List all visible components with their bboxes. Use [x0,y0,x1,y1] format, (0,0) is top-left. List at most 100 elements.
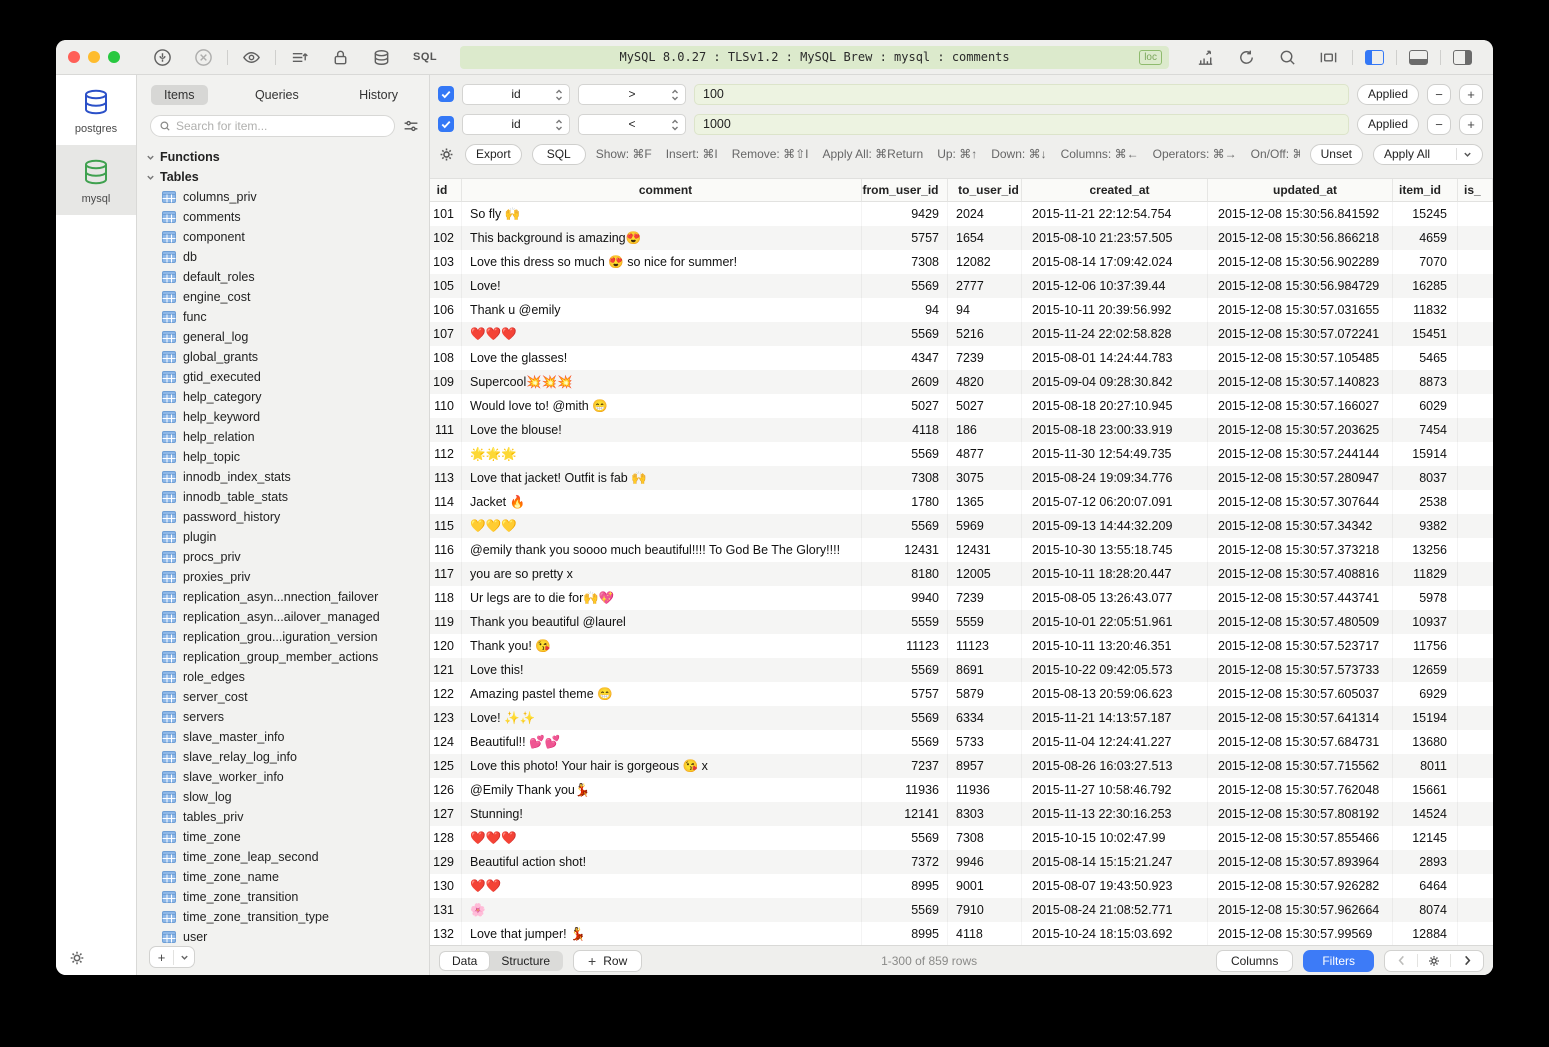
sidebar-table-servers[interactable]: servers [137,707,429,727]
table-cell-is_[interactable] [1458,466,1493,490]
table-cell-to_user_id[interactable]: 12431 [948,538,1022,562]
table-cell-id[interactable]: 118 [430,586,462,610]
table-cell-from_user_id[interactable]: 5569 [862,706,948,730]
filter-settings-gear-icon[interactable] [438,146,455,163]
table-cell-is_[interactable] [1458,658,1493,682]
table-cell-id[interactable]: 115 [430,514,462,538]
table-cell-id[interactable]: 121 [430,658,462,682]
lock-icon[interactable] [331,48,350,67]
table-cell-id[interactable]: 125 [430,754,462,778]
filter-1-add-button[interactable]: + [1459,84,1483,105]
table-row[interactable]: 123Love! ✨✨556963342015-11-21 14:13:57.1… [430,706,1493,730]
filter-2-enabled-checkbox[interactable] [438,116,454,132]
column-header-updated_at[interactable]: updated_at [1208,179,1393,201]
table-row[interactable]: 101So fly 🙌942920242015-11-21 22:12:54.7… [430,202,1493,226]
data-tab[interactable]: Data [440,952,489,970]
unset-button[interactable]: Unset [1310,144,1363,165]
table-cell-id[interactable]: 129 [430,850,462,874]
table-row[interactable]: 127Stunning!1214183032015-11-13 22:30:16… [430,802,1493,826]
chart-icon[interactable] [1196,48,1215,67]
table-cell-created_at[interactable]: 2015-09-13 14:44:32.209 [1022,514,1208,538]
sidebar-table-slow_log[interactable]: slow_log [137,787,429,807]
sidebar-table-role_edges[interactable]: role_edges [137,667,429,687]
table-cell-is_[interactable] [1458,586,1493,610]
table-cell-updated_at[interactable]: 2015-12-08 15:30:57.480509 [1208,610,1393,634]
table-cell-created_at[interactable]: 2015-10-01 22:05:51.961 [1022,610,1208,634]
column-header-id[interactable]: id [430,179,462,201]
filter-1-operator-select[interactable]: > [578,84,686,105]
table-cell-from_user_id[interactable]: 5757 [862,682,948,706]
table-row[interactable]: 103Love this dress so much 😍 so nice for… [430,250,1493,274]
table-cell-updated_at[interactable]: 2015-12-08 15:30:57.962664 [1208,898,1393,922]
table-cell-is_[interactable] [1458,562,1493,586]
filters-button[interactable]: Filters [1303,950,1374,972]
table-row[interactable]: 132Love that jumper! 💃899541182015-10-24… [430,922,1493,945]
table-cell-is_[interactable] [1458,634,1493,658]
table-row[interactable]: 107❤️❤️❤️556952162015-11-24 22:02:58.828… [430,322,1493,346]
sidebar-table-plugin[interactable]: plugin [137,527,429,547]
item-search-field[interactable] [150,115,395,137]
previous-page-button[interactable] [1385,955,1417,966]
table-cell-updated_at[interactable]: 2015-12-08 15:30:57.031655 [1208,298,1393,322]
table-cell-from_user_id[interactable]: 12431 [862,538,948,562]
table-cell-is_[interactable] [1458,730,1493,754]
column-header-created_at[interactable]: created_at [1022,179,1208,201]
table-cell-from_user_id[interactable]: 7372 [862,850,948,874]
table-row[interactable]: 116@emily thank you soooo much beautiful… [430,538,1493,562]
table-cell-to_user_id[interactable]: 8303 [948,802,1022,826]
table-cell-item_id[interactable]: 15194 [1393,706,1458,730]
table-cell-is_[interactable] [1458,250,1493,274]
tab-queries[interactable]: Queries [242,85,312,105]
table-cell-item_id[interactable]: 4659 [1393,226,1458,250]
table-row[interactable]: 115💛💛💛556959692015-09-13 14:44:32.209201… [430,514,1493,538]
table-cell-to_user_id[interactable]: 5879 [948,682,1022,706]
column-header-item_id[interactable]: item_id [1393,179,1458,201]
table-cell-comment[interactable]: Love this! [462,658,862,682]
table-cell-item_id[interactable]: 10937 [1393,610,1458,634]
table-cell-from_user_id[interactable]: 5569 [862,730,948,754]
table-cell-comment[interactable]: Beautiful!! 💕💕 [462,730,862,754]
sidebar-table-time_zone[interactable]: time_zone [137,827,429,847]
table-cell-updated_at[interactable]: 2015-12-08 15:30:56.902289 [1208,250,1393,274]
table-cell-to_user_id[interactable]: 4820 [948,370,1022,394]
table-row[interactable]: 122Amazing pastel theme 😁575758792015-08… [430,682,1493,706]
table-cell-comment[interactable]: you are so pretty x [462,562,862,586]
filter-1-remove-button[interactable]: − [1427,84,1451,105]
table-cell-is_[interactable] [1458,850,1493,874]
table-cell-from_user_id[interactable]: 1780 [862,490,948,514]
table-cell-item_id[interactable]: 13680 [1393,730,1458,754]
table-cell-updated_at[interactable]: 2015-12-08 15:30:57.280947 [1208,466,1393,490]
table-cell-id[interactable]: 116 [430,538,462,562]
column-header-from_user_id[interactable]: from_user_id [862,179,948,201]
table-cell-comment[interactable]: Stunning! [462,802,862,826]
table-cell-updated_at[interactable]: 2015-12-08 15:30:57.203625 [1208,418,1393,442]
table-cell-created_at[interactable]: 2015-08-14 15:15:21.247 [1022,850,1208,874]
table-cell-is_[interactable] [1458,394,1493,418]
table-row[interactable]: 114Jacket 🔥178013652015-07-12 06:20:07.0… [430,490,1493,514]
table-cell-item_id[interactable]: 11832 [1393,298,1458,322]
table-cell-id[interactable]: 109 [430,370,462,394]
table-cell-is_[interactable] [1458,802,1493,826]
table-row[interactable]: 109Supercool💥💥💥260948202015-09-04 09:28:… [430,370,1493,394]
table-cell-is_[interactable] [1458,898,1493,922]
filter-2-value-input[interactable] [694,114,1349,135]
table-cell-item_id[interactable]: 11829 [1393,562,1458,586]
sidebar-table-password_history[interactable]: password_history [137,507,429,527]
apply-all-button[interactable]: Apply All [1373,144,1483,165]
table-cell-from_user_id[interactable]: 5569 [862,442,948,466]
table-cell-created_at[interactable]: 2015-08-18 23:00:33.919 [1022,418,1208,442]
table-cell-to_user_id[interactable]: 186 [948,418,1022,442]
tabs-icon[interactable] [1319,48,1338,67]
table-cell-created_at[interactable]: 2015-11-21 22:12:54.754 [1022,202,1208,226]
table-cell-to_user_id[interactable]: 7239 [948,346,1022,370]
table-cell-is_[interactable] [1458,274,1493,298]
table-cell-id[interactable]: 111 [430,418,462,442]
table-cell-updated_at[interactable]: 2015-12-08 15:30:57.307644 [1208,490,1393,514]
table-cell-from_user_id[interactable]: 12141 [862,802,948,826]
sidebar-table-replication_grou...iguration_version[interactable]: replication_grou...iguration_version [137,627,429,647]
table-row[interactable]: 118Ur legs are to die for🙌💖994072392015-… [430,586,1493,610]
table-cell-item_id[interactable]: 12659 [1393,658,1458,682]
table-cell-id[interactable]: 128 [430,826,462,850]
table-cell-created_at[interactable]: 2015-10-15 10:02:47.99 [1022,826,1208,850]
table-row[interactable]: 125Love this photo! Your hair is gorgeou… [430,754,1493,778]
